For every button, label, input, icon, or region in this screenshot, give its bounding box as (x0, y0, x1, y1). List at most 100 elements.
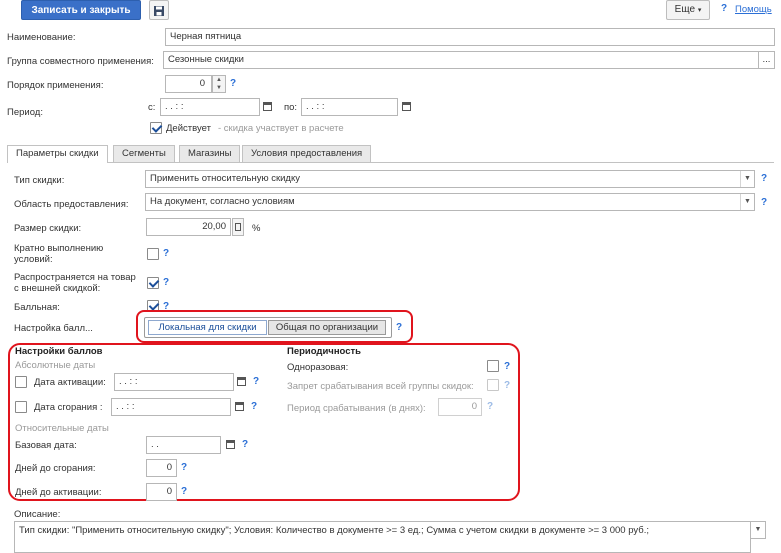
chevron-down-icon[interactable]: ▼ (740, 171, 754, 187)
name-field[interactable]: Черная пятница (165, 28, 775, 46)
days-activation-field[interactable]: 0 (146, 483, 177, 501)
external-label-1: Распространяется на товар (14, 272, 136, 283)
multiple-label-2: условий: (14, 254, 53, 265)
discount-type-value: Применить относительную скидку (150, 173, 300, 184)
tab-conditions[interactable]: Условия предоставления (242, 145, 372, 162)
name-label: Наименование: (7, 32, 76, 43)
days-activation-help-icon[interactable]: ? (181, 486, 187, 497)
periodicity-header: Периодичность (287, 346, 362, 357)
absolute-dates-label: Абсолютные даты (15, 360, 96, 371)
chevron-down-icon[interactable]: ▼ (740, 194, 754, 210)
period-days-help-icon[interactable]: ? (487, 401, 493, 412)
calendar-icon[interactable] (226, 440, 235, 449)
save-and-close-button[interactable]: Записать и закрыть (21, 0, 141, 20)
area-label: Область предоставления: (14, 199, 129, 210)
area-select[interactable]: На документ, согласно условиям ▼ (145, 193, 755, 211)
more-menu-button[interactable]: Еще ▾ (666, 0, 710, 20)
block-group-label: Запрет срабатывания всей группы скидок: (287, 381, 474, 392)
block-group-help-icon[interactable]: ? (504, 380, 510, 391)
calendar-icon[interactable] (235, 402, 244, 411)
activation-checkbox[interactable] (15, 376, 27, 388)
help-link[interactable]: Помощь (735, 4, 772, 15)
base-date-field[interactable]: . . (146, 436, 221, 454)
stepper-down-icon[interactable]: ▼ (213, 84, 225, 92)
discount-type-label: Тип скидки: (14, 175, 65, 186)
group-field[interactable]: Сезонные скидки (163, 51, 759, 69)
period-label: Период: (7, 107, 43, 118)
multiple-checkbox[interactable] (147, 248, 159, 260)
calculator-icon[interactable] (232, 218, 244, 236)
onetime-label: Одноразовая: (287, 362, 349, 373)
save-icon-button[interactable] (149, 0, 169, 20)
help-icon: ? (721, 3, 728, 14)
order-label: Порядок применения: (7, 80, 104, 91)
tab-segments[interactable]: Сегменты (113, 145, 175, 162)
burn-date-field[interactable]: . . : : (111, 398, 231, 416)
activation-label: Дата активации: (34, 377, 106, 388)
points-label: Балльная: (14, 302, 60, 313)
floppy-disk-icon (154, 6, 164, 16)
order-stepper[interactable]: ▲ ▼ (212, 75, 226, 93)
days-burn-label: Дней до сгорания: (15, 463, 96, 474)
area-help-icon[interactable]: ? (761, 197, 767, 208)
period-to-field[interactable]: . . : : (301, 98, 398, 116)
base-date-label: Базовая дата: (15, 440, 77, 451)
calendar-icon[interactable] (263, 102, 272, 111)
activation-date-field[interactable]: . . : : (114, 373, 234, 391)
multiple-help-icon[interactable]: ? (163, 248, 169, 259)
group-select-button[interactable]: ... (758, 51, 775, 69)
discount-type-select[interactable]: Применить относительную скидку ▼ (145, 170, 755, 188)
points-settings-header: Настройки баллов (15, 346, 103, 357)
tab-stores[interactable]: Магазины (179, 145, 241, 162)
period-days-label: Период срабатывания (в днях): (287, 403, 426, 414)
points-setting-toggle[interactable]: Локальная для скидки Общая по организаци… (144, 317, 392, 338)
active-label: Действует (166, 123, 211, 134)
size-label: Размер скидки: (14, 223, 82, 234)
points-setting-label: Настройка балл... (14, 323, 93, 334)
toggle-local-button[interactable]: Локальная для скидки (148, 320, 267, 335)
more-label: Еще (674, 4, 696, 15)
calendar-icon[interactable] (402, 102, 411, 111)
area-value: На документ, согласно условиям (150, 196, 295, 207)
description-field[interactable]: Тип скидки: "Применить относительную ски… (14, 521, 751, 553)
description-text: Тип скидки: "Применить относительную ски… (19, 525, 649, 536)
relative-dates-label: Относительные даты (15, 423, 109, 434)
activation-help-icon[interactable]: ? (253, 376, 259, 387)
stepper-up-icon[interactable]: ▲ (213, 76, 225, 84)
toggle-org-button[interactable]: Общая по организации (268, 320, 386, 335)
external-help-icon[interactable]: ? (163, 277, 169, 288)
burn-help-icon[interactable]: ? (251, 401, 257, 412)
multiple-label-1: Кратно выполнению (14, 243, 104, 254)
block-group-checkbox[interactable] (487, 379, 499, 391)
points-setting-help-icon[interactable]: ? (396, 322, 402, 333)
days-burn-help-icon[interactable]: ? (181, 462, 187, 473)
onetime-help-icon[interactable]: ? (504, 361, 510, 372)
active-hint: - скидка участвует в расчете (218, 123, 344, 134)
days-burn-field[interactable]: 0 (146, 459, 177, 477)
days-activation-label: Дней до активации: (15, 487, 102, 498)
tab-discount-params[interactable]: Параметры скидки (7, 145, 108, 163)
period-from-field[interactable]: . . : : (160, 98, 260, 116)
description-label: Описание: (14, 509, 61, 520)
chevron-down-icon: ▾ (697, 7, 702, 14)
order-field[interactable]: 0 (165, 75, 212, 93)
size-unit: % (252, 223, 261, 234)
calendar-icon[interactable] (237, 377, 246, 386)
discount-type-help-icon[interactable]: ? (761, 173, 767, 184)
external-label-2: с внешней скидкой: (14, 283, 101, 294)
burn-label: Дата сгорания : (34, 402, 103, 413)
description-dropdown[interactable]: ▼ (750, 521, 766, 539)
period-from-label: с: (148, 102, 156, 113)
period-to-label: по: (284, 102, 298, 113)
tabs-baseline (7, 162, 774, 163)
order-help-icon[interactable]: ? (230, 78, 236, 89)
base-date-help-icon[interactable]: ? (242, 439, 248, 450)
external-checkbox[interactable] (147, 277, 159, 289)
burn-checkbox[interactable] (15, 401, 27, 413)
period-days-field[interactable]: 0 (438, 398, 482, 416)
size-field[interactable]: 20,00 (146, 218, 231, 236)
onetime-checkbox[interactable] (487, 360, 499, 372)
chevron-down-icon[interactable]: ▼ (755, 526, 762, 533)
active-checkbox[interactable] (150, 122, 162, 134)
group-label: Группа совместного применения: (7, 56, 154, 67)
